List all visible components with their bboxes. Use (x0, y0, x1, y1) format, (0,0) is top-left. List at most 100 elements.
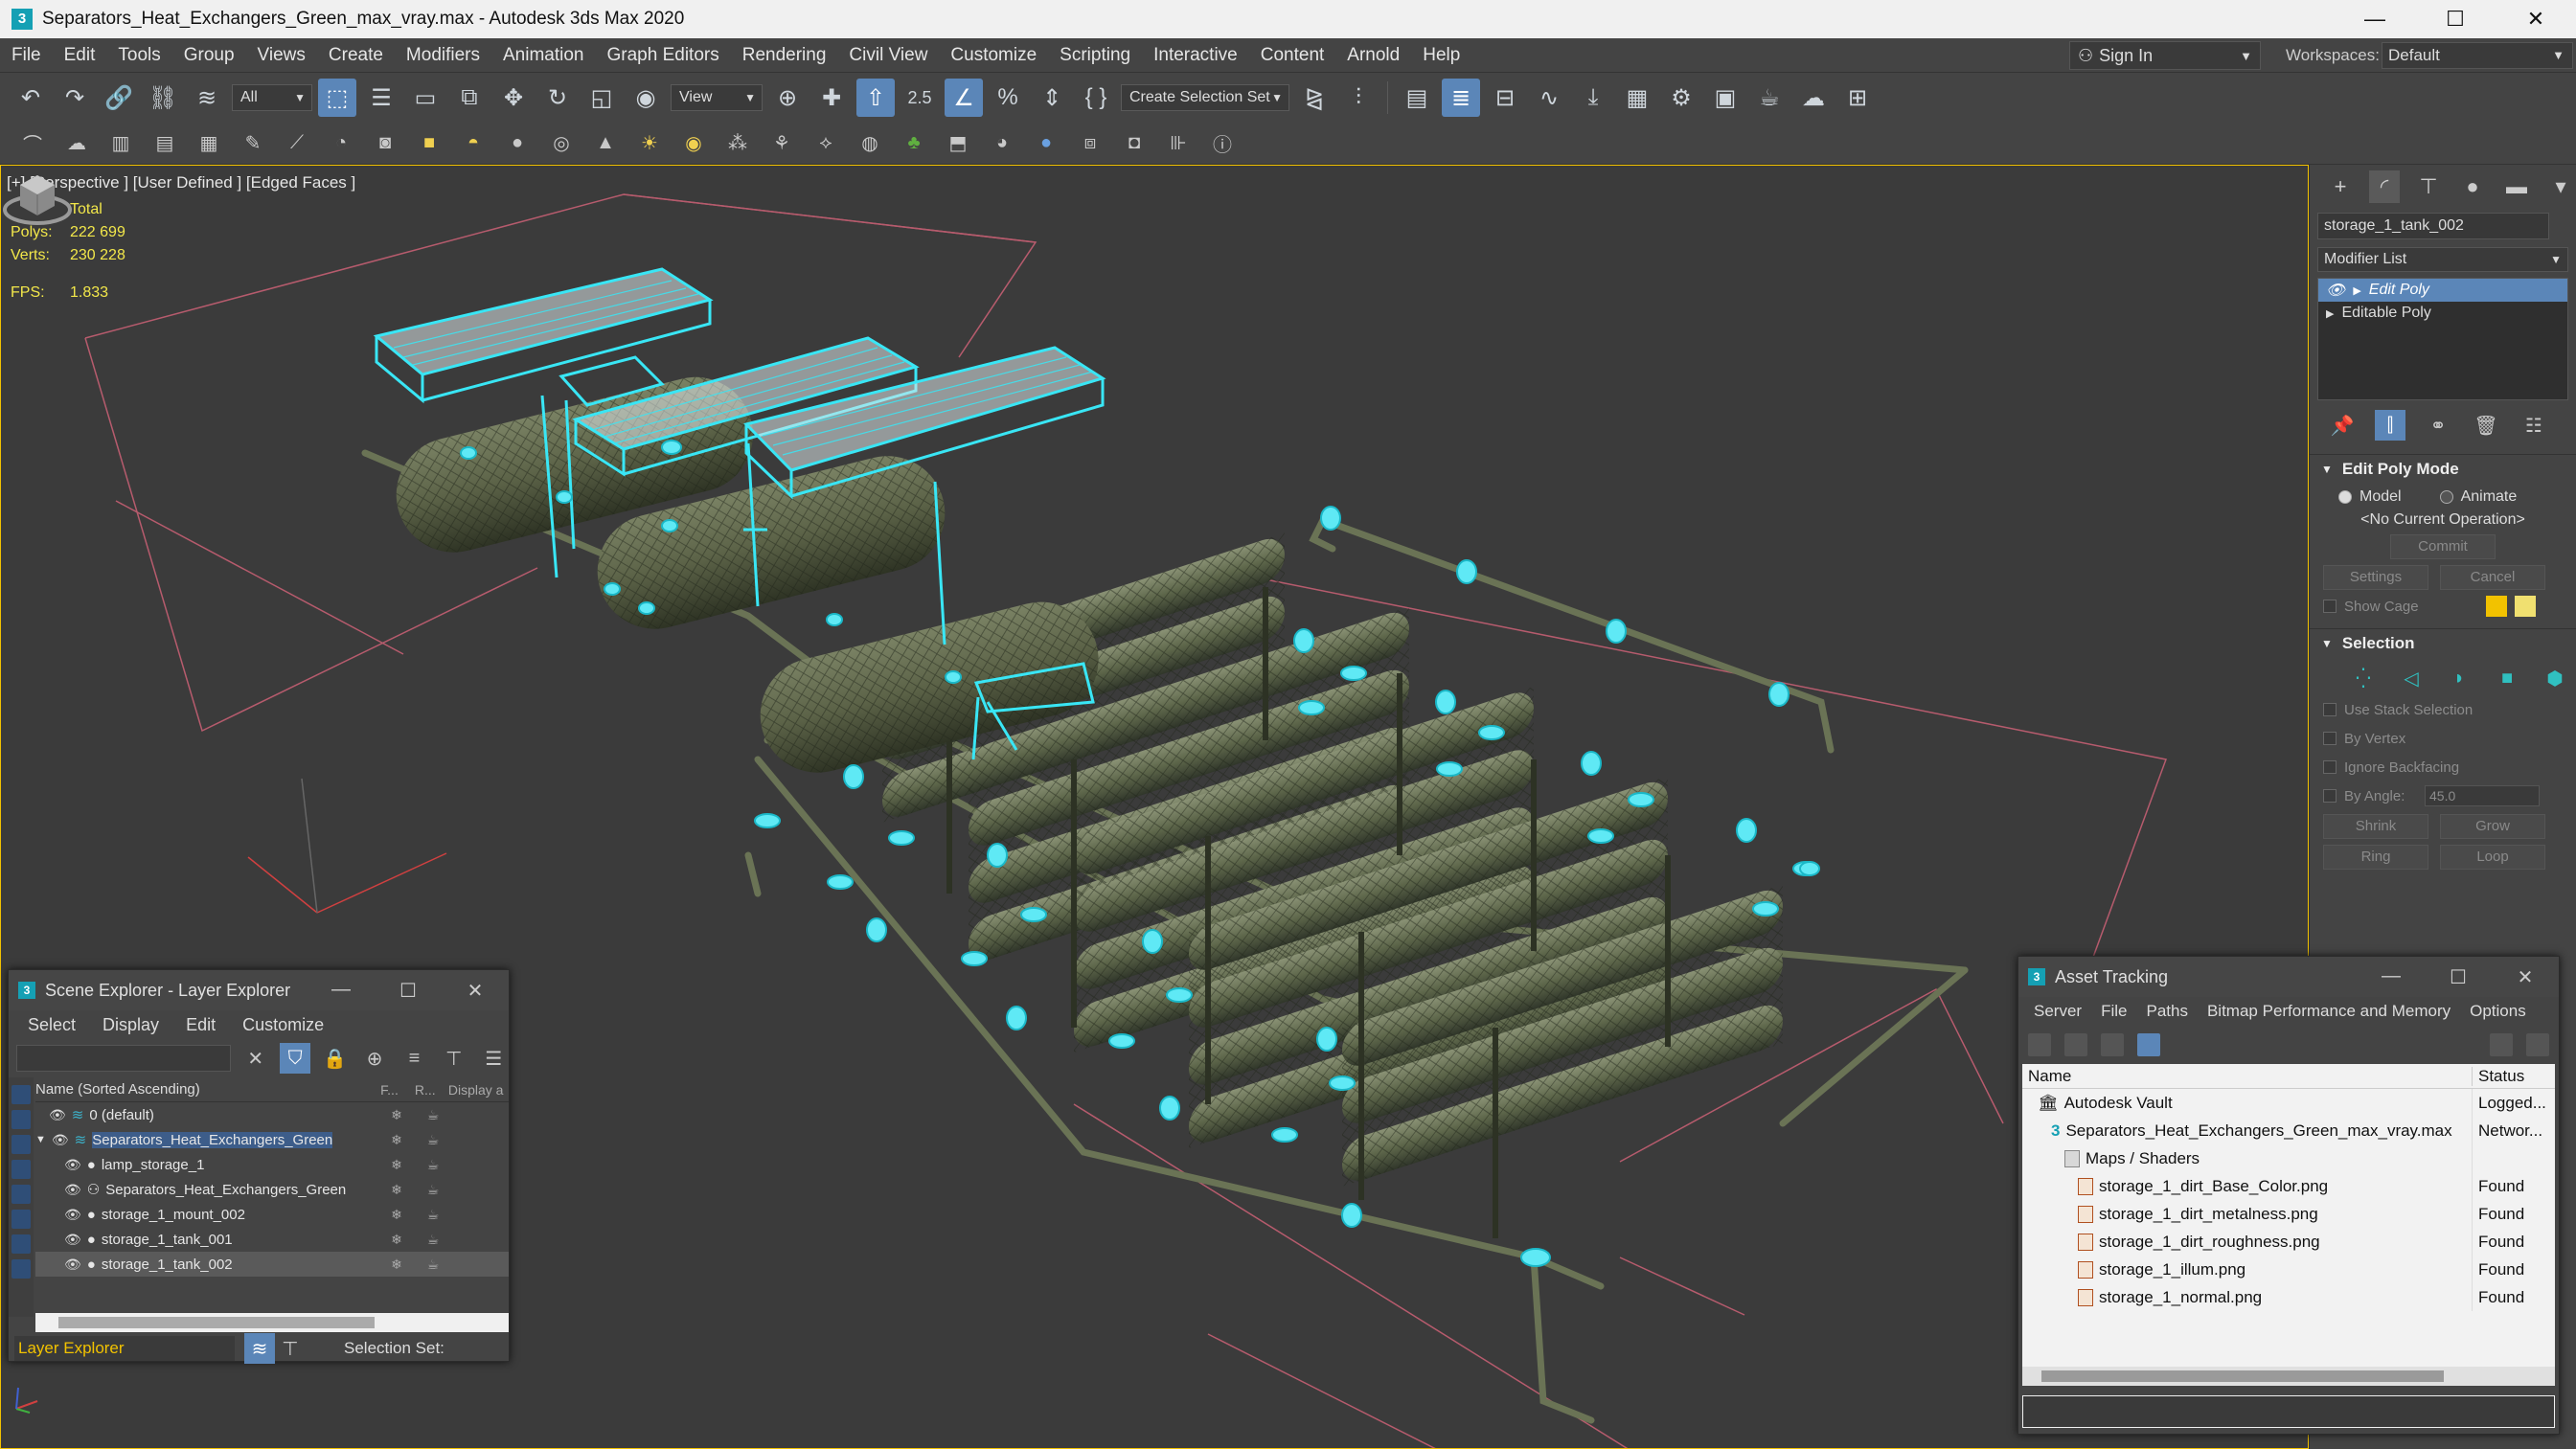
menu-bitmap-performance[interactable]: Bitmap Performance and Memory (2198, 1002, 2460, 1021)
material-sphere-icon[interactable]: ◕ (987, 128, 1017, 159)
select-object-icon[interactable]: ⬚ (318, 79, 356, 117)
maximize-button[interactable]: ☐ (375, 979, 442, 1003)
eye-icon[interactable]: 👁 (64, 1207, 81, 1223)
menu-content[interactable]: Content (1249, 38, 1336, 73)
menu-create[interactable]: Create (317, 38, 395, 73)
menu-options[interactable]: Options (2460, 1002, 2536, 1021)
freeze-icon[interactable]: ❄ (378, 1132, 415, 1148)
environment-icon[interactable]: ● (1031, 128, 1061, 159)
render-production-icon[interactable]: ☕ (1750, 79, 1789, 117)
undo-icon[interactable]: ↶ (11, 79, 50, 117)
display-shapes-icon[interactable] (11, 1110, 31, 1129)
bezier-curve-icon[interactable]: ⌒ (17, 128, 48, 159)
render-teapot-icon[interactable]: ☕ (415, 1257, 451, 1273)
minimize-button[interactable]: — (2335, 0, 2415, 38)
paint-icon[interactable]: ✎ (238, 128, 268, 159)
named-selection-set-dropdown[interactable]: Create Selection Set ▼ (1121, 84, 1289, 111)
table-row[interactable]: 👁 ● storage_1_tank_001 ❄ ☕ (35, 1227, 509, 1252)
toggle-scene-explorer-icon[interactable]: ▤ (1398, 79, 1436, 117)
table-row[interactable]: 🏛 Autodesk Vault Logged... (2022, 1089, 2555, 1117)
eye-icon[interactable]: 👁 (64, 1157, 81, 1173)
display-tab-icon[interactable]: ▬ (2501, 170, 2532, 203)
render-teapot-icon[interactable]: ☕ (415, 1132, 451, 1148)
render-teapot-icon[interactable]: ☕ (415, 1157, 451, 1173)
col-name[interactable]: Name (2022, 1066, 2473, 1086)
angle-spinner[interactable]: 45.0 (2425, 785, 2540, 806)
snaps-toggle-icon[interactable]: 2.5 (900, 79, 939, 117)
pin-stack-icon[interactable]: 📌 (2327, 410, 2358, 441)
proxy-icon[interactable]: ⟡ (810, 128, 841, 159)
settings-button[interactable]: Settings (2323, 565, 2428, 590)
menu-edit[interactable]: Edit (53, 38, 107, 73)
render-setup-icon[interactable]: ⚙ (1662, 79, 1700, 117)
col-render[interactable]: R... (407, 1082, 443, 1098)
display-helpers-icon[interactable] (11, 1185, 31, 1204)
menu-modifiers[interactable]: Modifiers (395, 38, 491, 73)
cage-selected-color-swatch[interactable] (2515, 596, 2536, 617)
new-layer-icon[interactable]: ⊕ (359, 1043, 389, 1074)
material-editor-icon[interactable]: ▦ (1618, 79, 1656, 117)
lock-icon[interactable]: 🔒 (320, 1043, 350, 1074)
expand-arrow-icon[interactable]: ▶ (2353, 284, 2360, 297)
menu-select[interactable]: Select (14, 1015, 89, 1035)
display-geometry-icon[interactable] (11, 1085, 31, 1104)
table-row[interactable]: 👁 ● lamp_storage_1 ❄ ☕ (35, 1152, 509, 1177)
eye-icon[interactable]: 👁 (64, 1182, 81, 1198)
brush-icon[interactable]: ⟋ (282, 128, 312, 159)
motion-tab-icon[interactable]: ● (2457, 170, 2488, 203)
window-titlebar[interactable]: 3 Asset Tracking — ☐ ✕ (2018, 957, 2559, 997)
table-row[interactable]: 👁 ● storage_1_mount_002 ❄ ☕ (35, 1202, 509, 1227)
explorer-type-dropdown[interactable]: Layer Explorer (14, 1336, 235, 1361)
particles-icon[interactable]: ⁂ (722, 128, 753, 159)
help-icon[interactable] (2490, 1033, 2513, 1056)
clear-search-icon[interactable]: ✕ (240, 1043, 270, 1074)
expand-arrow-icon[interactable]: ▼ (35, 1134, 46, 1145)
align-icon[interactable]: ⫶ (1339, 79, 1378, 117)
viewcube-icon[interactable] (1, 166, 74, 227)
help-icon[interactable]: ⓘ (1207, 128, 1238, 159)
layers-icon[interactable]: ☰ (479, 1043, 509, 1074)
col-display[interactable]: Display a (443, 1082, 509, 1098)
menu-display[interactable]: Display (89, 1015, 172, 1035)
sun-light-icon[interactable]: ☀ (634, 128, 665, 159)
angle-snap-icon[interactable]: ∠ (945, 79, 983, 117)
unlink-icon[interactable]: ⛓ (144, 79, 182, 117)
eye-icon[interactable]: 👁 (49, 1107, 66, 1123)
menu-animation[interactable]: Animation (491, 38, 596, 73)
configure-modifier-sets-icon[interactable]: ☷ (2519, 410, 2549, 441)
reference-coordinate-dropdown[interactable]: View ▼ (671, 84, 763, 111)
rotate-icon[interactable]: ↻ (538, 79, 577, 117)
vertex-subobject-icon[interactable]: ⁛ (2348, 663, 2379, 693)
close-button[interactable]: ✕ (2496, 0, 2576, 38)
expand-arrow-icon[interactable]: ▶ (2326, 307, 2334, 320)
grow-button[interactable]: Grow (2440, 814, 2545, 839)
menu-interactive[interactable]: Interactive (1142, 38, 1249, 73)
menu-tools[interactable]: Tools (106, 38, 171, 73)
scrollbar-thumb[interactable] (2041, 1370, 2444, 1382)
ring-button[interactable]: Ring (2323, 845, 2428, 870)
maximize-button[interactable]: ☐ (2415, 0, 2496, 38)
rollout-header[interactable]: ▼ Edit Poly Mode (2310, 454, 2576, 483)
edge-subobject-icon[interactable]: ◁ (2396, 663, 2427, 693)
menu-help[interactable]: Help (1411, 38, 1471, 73)
rect-selection-region-icon[interactable]: ▭ (406, 79, 445, 117)
cancel-button[interactable]: Cancel (2440, 565, 2545, 590)
toggle-layer-explorer-icon[interactable]: ≣ (1442, 79, 1480, 117)
render-in-cloud-icon[interactable]: ☁ (1794, 79, 1833, 117)
menu-views[interactable]: Views (246, 38, 317, 73)
col-frozen[interactable]: F... (372, 1082, 407, 1098)
display-xrefs-icon[interactable] (11, 1259, 31, 1279)
freeze-icon[interactable]: ❄ (378, 1207, 415, 1223)
menu-arnold[interactable]: Arnold (1335, 38, 1411, 73)
plant-icon[interactable]: ♣ (899, 128, 929, 159)
render-teapot-icon[interactable]: ☕ (415, 1207, 451, 1223)
remove-modifier-icon[interactable]: 🗑 (2471, 410, 2501, 441)
table-row[interactable]: 3 Separators_Heat_Exchangers_Green_max_vr… (2022, 1117, 2555, 1144)
model-radio[interactable]: Model (2338, 488, 2402, 506)
close-button[interactable]: ✕ (442, 979, 509, 1003)
filter-icon[interactable]: ⛉ (280, 1043, 310, 1074)
eye-icon[interactable]: 👁 (52, 1132, 69, 1148)
select-manipulate-icon[interactable]: ✚ (812, 79, 851, 117)
layer-manager-icon[interactable]: ▥ (105, 128, 136, 159)
horizontal-scrollbar[interactable] (2022, 1367, 2555, 1386)
